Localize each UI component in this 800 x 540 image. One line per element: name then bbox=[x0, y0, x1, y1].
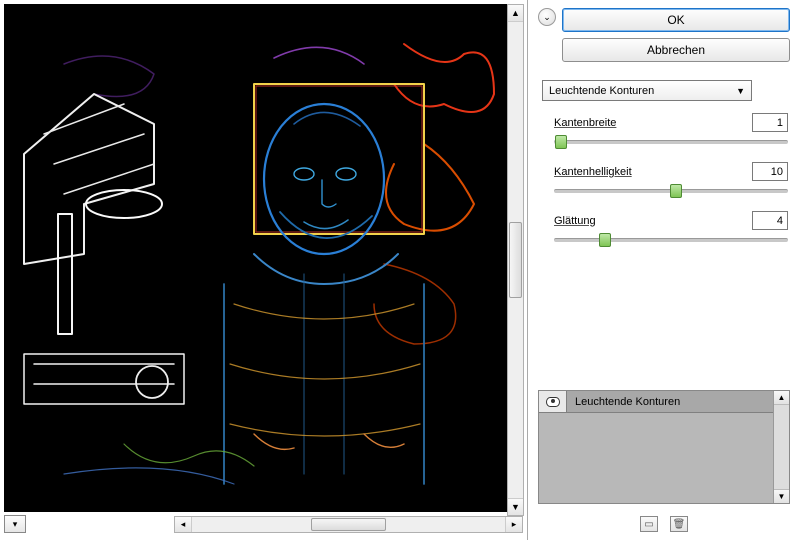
edge-width-label: Kantenbreite bbox=[554, 117, 616, 129]
edge-width-input[interactable] bbox=[752, 113, 788, 132]
preview-scrollbar-horizontal[interactable]: ◂ ▸ bbox=[174, 516, 523, 533]
edge-brightness-slider-thumb[interactable] bbox=[670, 184, 682, 198]
smoothing-label: Glättung bbox=[554, 215, 596, 227]
eye-icon bbox=[546, 397, 560, 407]
effect-layer-label: Leuchtende Konturen bbox=[567, 396, 680, 408]
scroll-right-button[interactable]: ▸ bbox=[505, 517, 522, 532]
effect-list-scrollbar[interactable]: ▲ ▼ bbox=[773, 391, 789, 503]
trash-icon: 🗑 bbox=[673, 519, 686, 530]
layer-visibility-toggle[interactable] bbox=[539, 391, 567, 412]
edge-width-slider-thumb[interactable] bbox=[555, 135, 567, 149]
collapse-panel-button[interactable]: ⌄ bbox=[538, 8, 556, 26]
list-scroll-down[interactable]: ▼ bbox=[774, 489, 789, 503]
smoothing-input[interactable] bbox=[752, 211, 788, 230]
scroll-v-thumb[interactable] bbox=[509, 222, 522, 298]
edge-width-slider[interactable] bbox=[554, 140, 788, 144]
filter-dropdown[interactable]: Leuchtende Konturen ▼ bbox=[542, 80, 752, 101]
effect-layer-row[interactable]: Leuchtende Konturen bbox=[539, 391, 773, 413]
chevron-down-icon: ▼ bbox=[736, 86, 745, 96]
chevrons-down-icon: ⌄ bbox=[543, 13, 551, 22]
list-scroll-track[interactable] bbox=[774, 405, 789, 489]
scroll-v-track[interactable] bbox=[508, 22, 523, 498]
effect-layers-list: Leuchtende Konturen ▲ ▼ bbox=[538, 390, 790, 504]
ok-button[interactable]: OK bbox=[562, 8, 790, 32]
scroll-h-track[interactable] bbox=[192, 517, 505, 532]
delete-effect-layer-button[interactable]: 🗑 bbox=[670, 516, 688, 532]
scroll-left-button[interactable]: ◂ bbox=[175, 517, 192, 532]
smoothing-slider[interactable] bbox=[554, 238, 788, 242]
filter-dropdown-label: Leuchtende Konturen bbox=[549, 85, 654, 97]
edge-brightness-input[interactable] bbox=[752, 162, 788, 181]
zoom-dropdown-button[interactable]: ▾ bbox=[4, 515, 26, 533]
smoothing-slider-thumb[interactable] bbox=[599, 233, 611, 247]
cancel-button[interactable]: Abbrechen bbox=[562, 38, 790, 62]
new-page-icon: ▭ bbox=[644, 519, 653, 530]
edge-brightness-label: Kantenhelligkeit bbox=[554, 166, 632, 178]
edge-brightness-slider[interactable] bbox=[554, 189, 788, 193]
scroll-down-button[interactable]: ▼ bbox=[508, 498, 523, 515]
list-scroll-up[interactable]: ▲ bbox=[774, 391, 789, 405]
preview-scrollbar-vertical[interactable]: ▲ ▼ bbox=[507, 4, 524, 516]
scroll-up-button[interactable]: ▲ bbox=[508, 5, 523, 22]
scroll-h-thumb[interactable] bbox=[311, 518, 386, 531]
new-effect-layer-button[interactable]: ▭ bbox=[640, 516, 658, 532]
filter-preview[interactable] bbox=[4, 4, 512, 512]
